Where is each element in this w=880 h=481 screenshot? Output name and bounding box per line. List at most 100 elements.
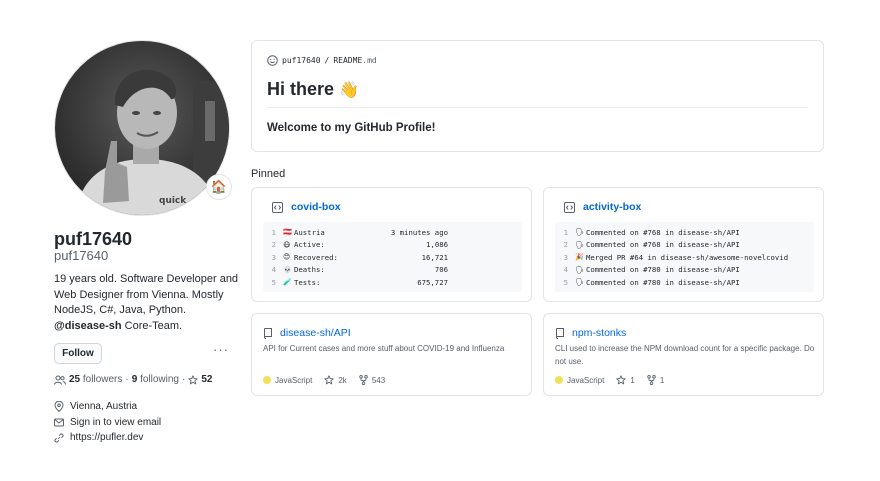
line-label: Austria <box>294 227 325 237</box>
line-number: 2 <box>271 240 276 250</box>
repo-header: disease-sh/API <box>263 327 351 339</box>
follow-button[interactable]: Follow <box>54 343 102 364</box>
following-link[interactable]: 9 following <box>132 374 179 385</box>
detail-website[interactable]: https://pufler.dev <box>54 430 161 446</box>
website-link[interactable]: https://pufler.dev <box>70 432 143 443</box>
bio-org-link[interactable]: @disease-sh <box>54 320 122 332</box>
gist-header: activity-box <box>564 201 641 213</box>
profile-avatar-wrap: quick 🏠 <box>54 40 232 216</box>
pinned-repo-card: disease-sh/API API for Current cases and… <box>251 313 532 396</box>
readme-welcome: Welcome to my GitHub Profile! <box>267 122 436 134</box>
readme-owner-link[interactable]: puf17640 <box>282 56 321 65</box>
line-text: Commented on #780 in disease-sh/API <box>586 277 740 287</box>
fork-icon <box>359 375 368 385</box>
stats-separator: · <box>125 374 129 385</box>
code-line: 5 🗣 Commented on #780 in disease-sh/API <box>555 276 814 289</box>
readme-divider <box>267 107 808 108</box>
bio-line: NodeJS, C#, Java, Python. <box>54 304 187 316</box>
line-number: 5 <box>563 277 568 287</box>
stars-link[interactable]: 52 <box>188 374 212 385</box>
line-emoji-icon: 🧪 <box>283 278 292 287</box>
line-label: Recovered: <box>294 252 338 262</box>
line-text: Merged PR #64 in disease-sh/awesome-nove… <box>586 252 789 262</box>
line-label: Deaths: <box>294 265 325 275</box>
repo-forks-link[interactable]: 543 <box>359 375 385 385</box>
line-value: 1,086 <box>426 240 448 250</box>
repo-name-link[interactable]: npm-stonks <box>572 327 626 339</box>
line-value: 706 <box>434 265 448 275</box>
line-emoji-icon: 🗣 <box>575 228 584 237</box>
repo-description: CLI used to increase the NPM download co… <box>555 344 815 366</box>
gist-title-link[interactable]: activity-box <box>583 201 641 213</box>
line-number: 1 <box>563 227 568 237</box>
readme-title-text: Hi there <box>267 79 335 99</box>
readme-path-slash: / <box>324 56 330 65</box>
star-icon <box>616 375 627 385</box>
gist-code-block: 1 🗣 Commented on #768 in disease-sh/API 2 🗣 C… <box>555 222 814 292</box>
language-name: JavaScript <box>567 375 605 385</box>
profile-stats: 25 followers · 9 following · 52 <box>54 374 212 385</box>
language-color-dot <box>555 376 563 384</box>
repo-forks-count: 1 <box>659 375 665 385</box>
repo-stars-count: 1 <box>630 375 635 385</box>
code-square-icon <box>564 201 575 213</box>
line-emoji-icon: 💀 <box>283 265 292 274</box>
detail-location: Vienna, Austria <box>54 399 161 415</box>
code-line: 5 🧪 Tests: 675,727 <box>263 276 522 289</box>
repo-forks-count: 543 <box>371 375 386 385</box>
line-value: 3 minutes ago <box>390 227 448 237</box>
location-icon <box>54 401 64 413</box>
readme-box: puf17640 / README.md Hi there 👋 Welcome … <box>251 40 824 152</box>
repo-name-link[interactable]: disease-sh/API <box>280 327 351 339</box>
line-label: Tests: <box>294 277 321 287</box>
detail-email[interactable]: Sign in to view email <box>54 415 161 431</box>
mail-icon <box>54 418 64 427</box>
followers-link[interactable]: 25 followers <box>69 374 122 385</box>
line-text: Commented on #768 in disease-sh/API <box>586 240 740 250</box>
pinned-gist-activity-box: activity-box 1 🗣 Commented on #768 in dise… <box>543 187 824 302</box>
location-text: Vienna, Austria <box>70 401 138 413</box>
line-emoji-icon: 🎉 <box>575 253 584 262</box>
gist-title-link[interactable]: covid-box <box>291 201 341 213</box>
repo-header: npm-stonks <box>555 327 626 339</box>
repo-language: JavaScript <box>555 376 604 385</box>
gist-header: covid-box <box>272 201 341 213</box>
line-emoji-icon: 🇦🇹 <box>283 228 292 237</box>
avatar[interactable]: quick <box>54 40 230 216</box>
star-icon <box>324 375 335 385</box>
code-line: 1 🇦🇹 Austria 3 minutes ago <box>263 226 522 239</box>
language-color-dot <box>263 376 271 384</box>
people-icon <box>54 375 66 385</box>
line-number: 3 <box>563 252 568 262</box>
repo-icon <box>556 327 564 339</box>
readme-file-base: README <box>333 56 363 65</box>
readme-path: puf17640 / README.md <box>267 55 377 66</box>
repo-language: JavaScript <box>263 376 312 385</box>
line-number: 4 <box>563 265 568 275</box>
fork-icon <box>647 375 656 385</box>
more-options-button[interactable]: ··· <box>212 343 230 361</box>
line-number: 2 <box>563 240 568 250</box>
smiley-icon <box>267 55 278 66</box>
repo-forks-link[interactable]: 1 <box>647 375 664 385</box>
profile-details: Vienna, Austria Sign in to view email ht… <box>54 399 161 446</box>
bio-org-suffix: Core-Team. <box>121 319 183 332</box>
status-emoji-icon[interactable]: 🏠 <box>206 174 232 200</box>
readme-file-ext: .md <box>362 56 377 65</box>
pinned-repo-card: npm-stonks CLI used to increase the NPM … <box>543 313 824 396</box>
code-line: 2 🗣 Commented on #768 in disease-sh/API <box>555 239 814 252</box>
repo-stars-link[interactable]: 1 <box>616 375 635 385</box>
svg-text:quick: quick <box>159 196 187 206</box>
code-line: 1 🗣 Commented on #768 in disease-sh/API <box>555 226 814 239</box>
code-line: 4 💀 Deaths: 706 <box>263 264 522 277</box>
followers-label: followers <box>82 374 123 385</box>
code-square-icon <box>272 201 283 213</box>
line-emoji-icon: 😊 <box>283 253 291 262</box>
stars-count: 52 <box>201 374 213 385</box>
pinned-gist-covid-box: covid-box 1 🇦🇹 Austria 3 minutes ago 2 😷 Activ… <box>251 187 532 302</box>
email-text[interactable]: Sign in to view email <box>70 417 161 428</box>
repo-stars-link[interactable]: 2k <box>324 375 347 385</box>
line-value: 16,721 <box>421 252 448 262</box>
profile-username: puf17640 <box>54 248 109 263</box>
profile-fullname: puf17640 <box>54 229 133 249</box>
